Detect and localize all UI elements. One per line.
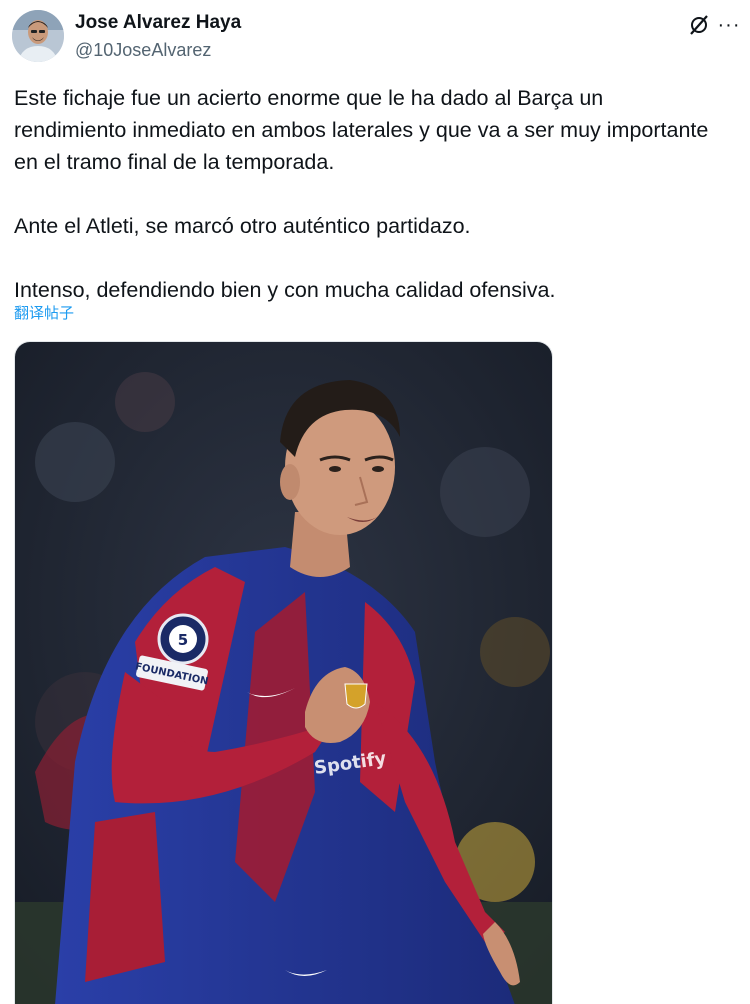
more-icon[interactable]: ··· — [716, 12, 742, 38]
tweet-text: Este fichaje fue un acierto enorme que l… — [14, 86, 709, 302]
author-handle[interactable]: @10JoseAlvarez — [75, 40, 211, 61]
svg-text:5: 5 — [178, 631, 188, 649]
avatar[interactable] — [12, 10, 64, 62]
author-display-name[interactable]: Jose Alvarez Haya — [75, 12, 241, 34]
tweet-photo[interactable]: 5 FOUNDATION Spotify — [14, 341, 553, 1004]
translate-link[interactable]: 翻译帖子 — [14, 302, 74, 323]
avatar-image — [12, 10, 64, 62]
grok-icon[interactable] — [686, 12, 712, 38]
player-photo: 5 FOUNDATION Spotify — [15, 342, 552, 1004]
